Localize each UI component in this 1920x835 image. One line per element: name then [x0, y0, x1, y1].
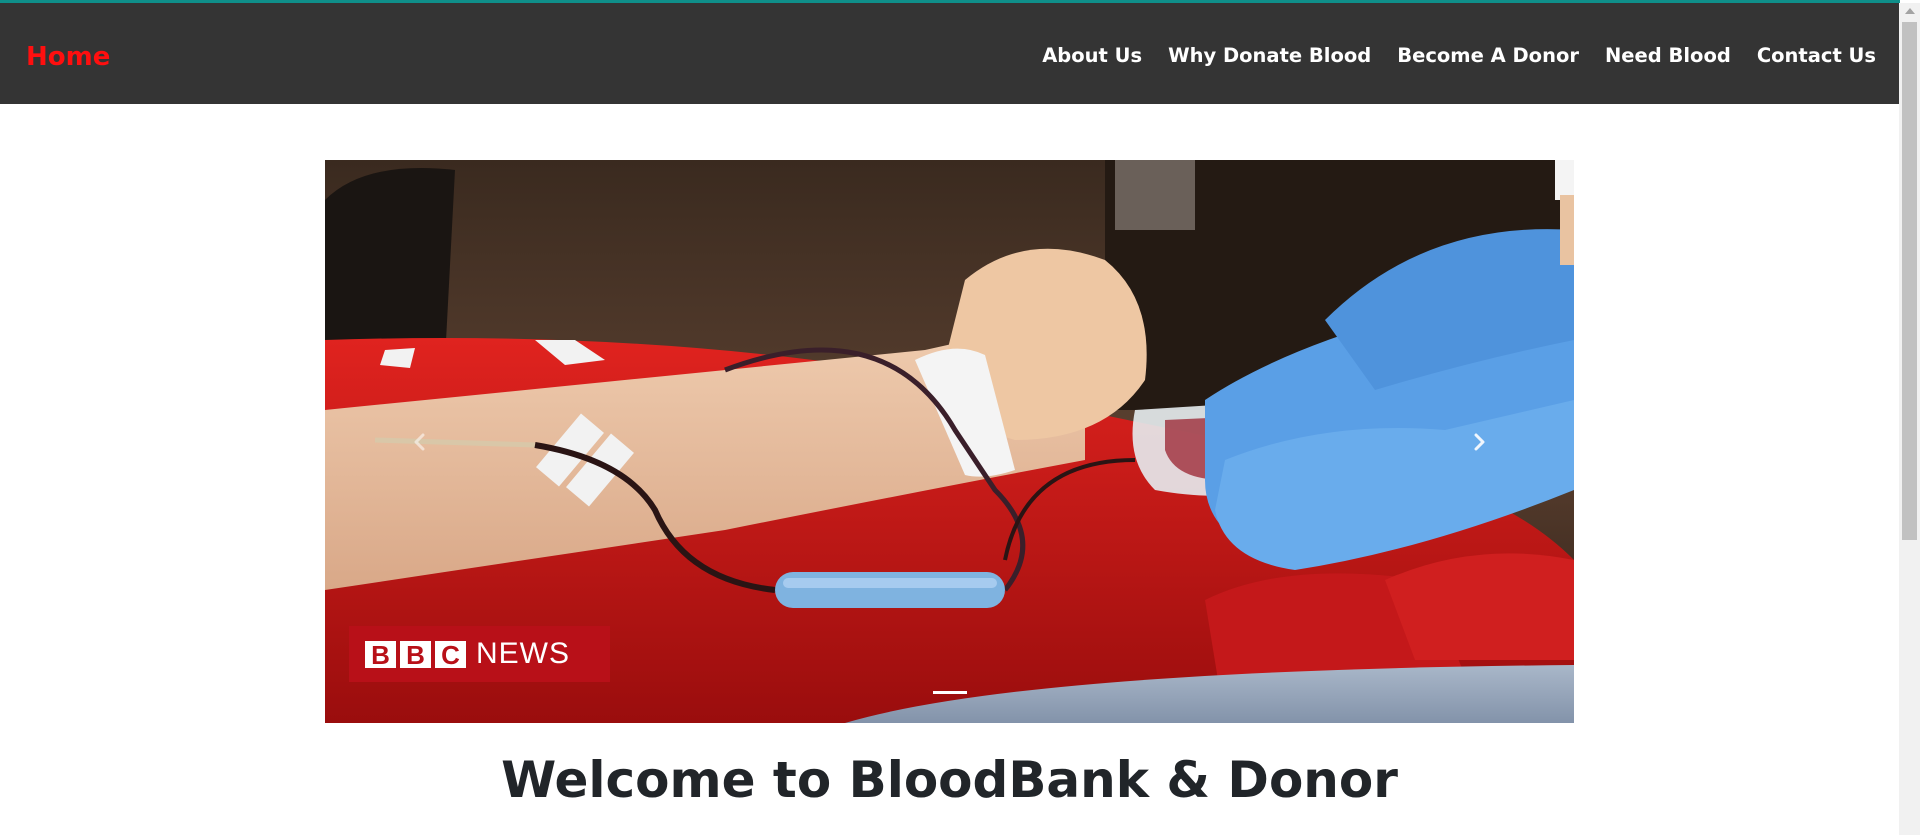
carousel-indicator[interactable] — [932, 691, 967, 694]
nav-link-about-us[interactable]: About Us — [1042, 43, 1142, 69]
navbar: Home About Us Why Donate Blood Become A … — [0, 3, 1899, 104]
nav-link-become-a-donor[interactable]: Become A Donor — [1397, 43, 1579, 69]
carousel-indicators — [325, 691, 1574, 694]
nav-link-contact-us[interactable]: Contact Us — [1757, 43, 1876, 69]
carousel-prev-button[interactable] — [325, 160, 515, 723]
hero-carousel: B B C NEWS — [325, 160, 1574, 723]
nav-links: About Us Why Donate Blood Become A Donor… — [1016, 43, 1876, 69]
chevron-left-icon — [414, 433, 425, 450]
nav-link-why-donate-blood[interactable]: Why Donate Blood — [1168, 43, 1371, 69]
scrollbar-thumb[interactable] — [1902, 22, 1917, 540]
carousel-next-button[interactable] — [1384, 160, 1574, 723]
nav-link-need-blood[interactable]: Need Blood — [1605, 43, 1731, 69]
welcome-heading: Welcome to BloodBank & Donor — [501, 751, 1398, 809]
chevron-right-icon — [1474, 433, 1485, 450]
brand-home-link[interactable]: Home — [26, 41, 110, 73]
page-scrollbar[interactable] — [1899, 3, 1920, 835]
scroll-up-arrow-icon[interactable] — [1899, 7, 1920, 19]
